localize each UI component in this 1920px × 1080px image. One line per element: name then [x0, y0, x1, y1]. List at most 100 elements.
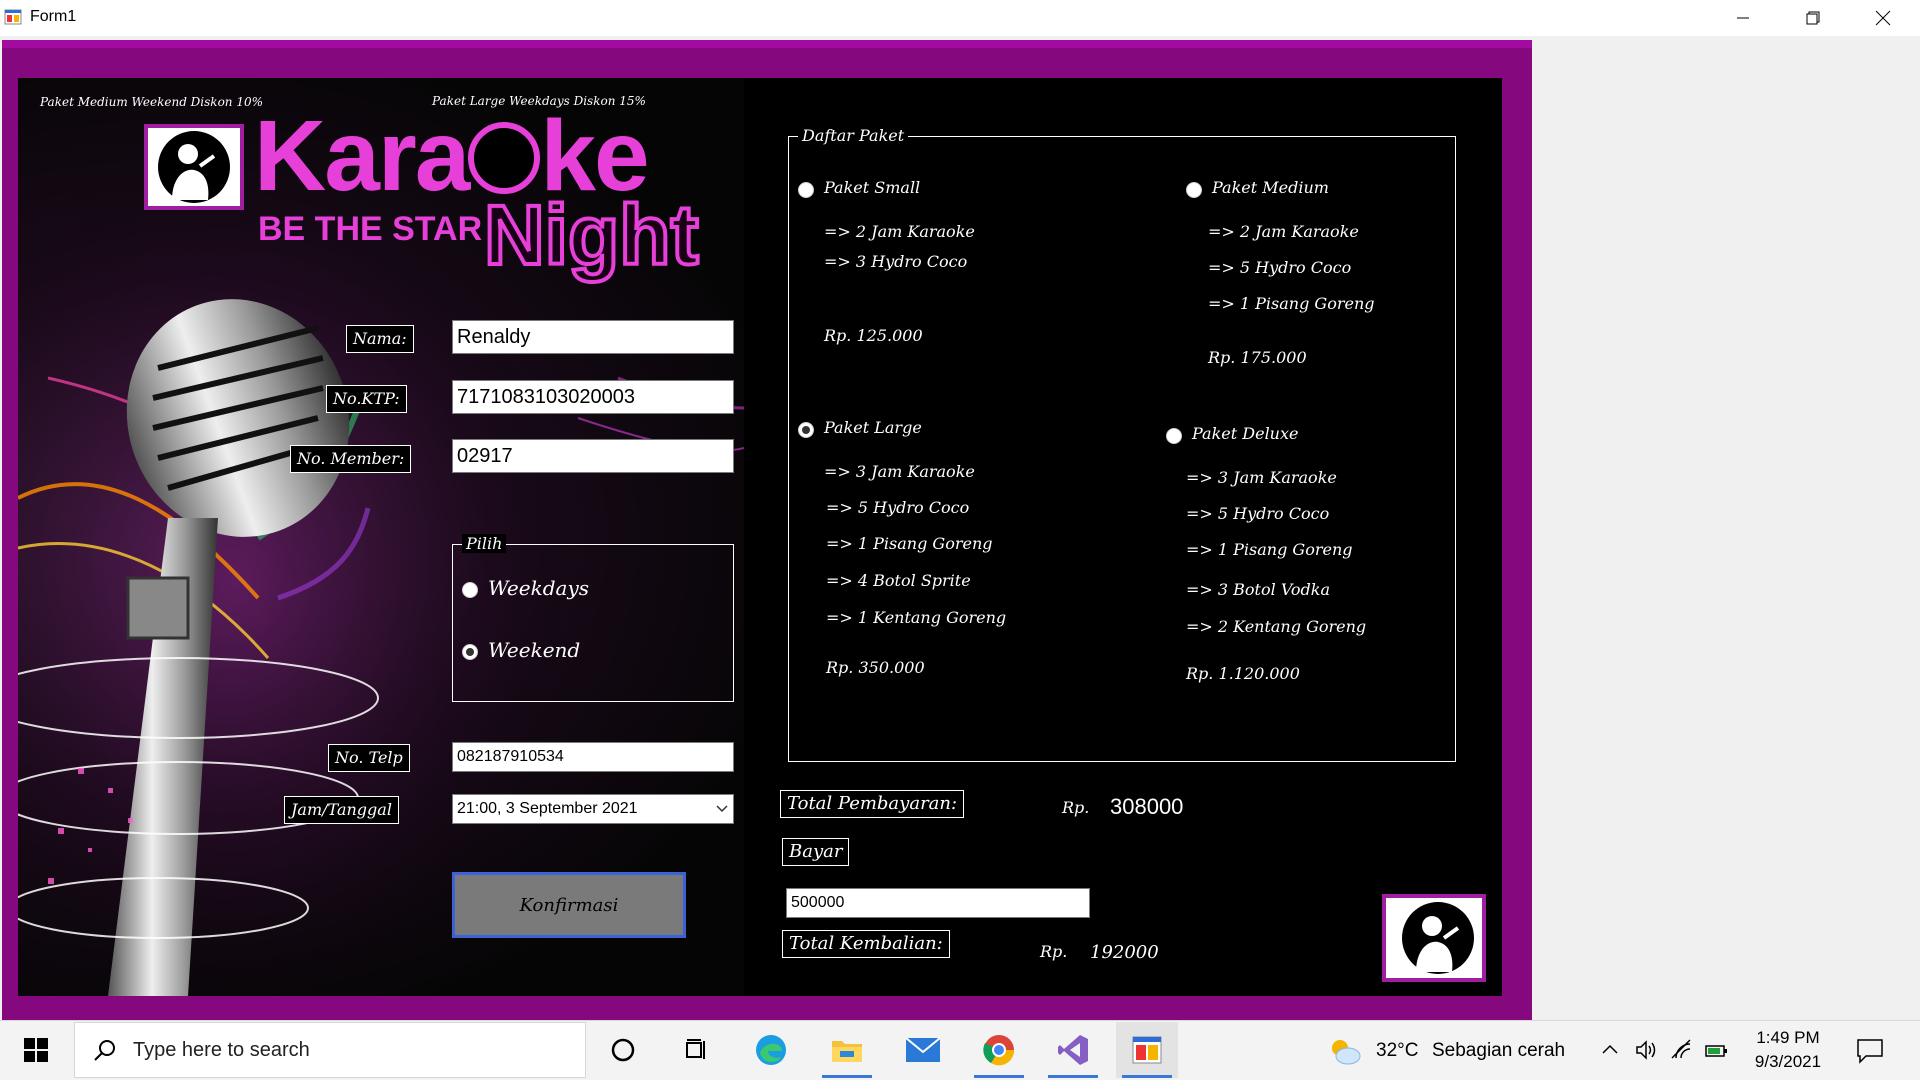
restore-button[interactable]: [1778, 0, 1848, 36]
paket-large-price: Rp. 350.000: [826, 658, 925, 677]
windows-logo-icon: [24, 1038, 48, 1062]
ktp-input[interactable]: 7171083103020003: [452, 380, 734, 414]
taskbar-form1-app[interactable]: [1116, 1022, 1178, 1078]
taskbar-visual-studio[interactable]: [1042, 1022, 1104, 1078]
paket-large-label: Paket Large: [824, 418, 922, 437]
paket-large-item: => 5 Hydro Coco: [826, 498, 970, 517]
pilih-caption: Pilih: [462, 534, 507, 553]
logo-night: Night: [482, 188, 701, 282]
total-pembayaran-value: 308000: [1110, 794, 1184, 819]
chevron-down-icon[interactable]: [715, 804, 729, 814]
paket-large-item: => 1 Pisang Goreng: [826, 534, 993, 553]
weather-icon[interactable]: [1328, 1036, 1362, 1066]
cortana-button[interactable]: [592, 1022, 654, 1078]
weekdays-radio-option[interactable]: Weekdays: [462, 576, 662, 604]
chevron-up-icon: [1602, 1044, 1618, 1054]
paket-small-option[interactable]: Paket Small: [798, 178, 998, 204]
bayar-input[interactable]: 500000: [786, 888, 1090, 918]
wifi-icon: [1671, 1039, 1691, 1059]
clock-date: 9/3/2021: [1754, 1052, 1822, 1071]
folder-icon: [832, 1041, 862, 1062]
window-title: Form1: [30, 8, 77, 25]
task-view-icon: [686, 1039, 705, 1059]
paket-medium-option[interactable]: Paket Medium: [1186, 178, 1386, 204]
speaker-icon: [1636, 1040, 1656, 1060]
paket-large-item: => 1 Kentang Goreng: [826, 608, 1007, 627]
weather-temp[interactable]: 32°C: [1376, 1040, 1418, 1062]
paket-small-item: => 3 Hydro Coco: [824, 252, 968, 271]
kembalian-currency: Rp.: [1040, 942, 1068, 961]
search-placeholder: Type here to search: [133, 1039, 310, 1061]
paket-small-radio[interactable]: [798, 182, 814, 198]
left-panel: Paket Medium Weekend Diskon 10% Paket La…: [18, 78, 744, 996]
taskbar-file-explorer[interactable]: [816, 1022, 878, 1078]
start-button[interactable]: [0, 1022, 72, 1078]
logo-o-glyph: [468, 122, 541, 194]
logo-word-kara: Kara: [254, 100, 470, 212]
paket-medium-label: Paket Medium: [1212, 178, 1329, 197]
nama-input[interactable]: Renaldy: [452, 320, 734, 354]
weekdays-radio[interactable]: [462, 582, 478, 598]
promo-medium-weekend: Paket Medium Weekend Diskon 10%: [40, 95, 264, 109]
mail-icon: [905, 1037, 941, 1062]
paket-large-radio[interactable]: [798, 422, 814, 438]
taskbar-mail[interactable]: [892, 1022, 954, 1078]
konfirmasi-label: Konfirmasi: [519, 894, 619, 916]
show-hidden-icons-button[interactable]: [1600, 1040, 1620, 1060]
jam-datetime-picker[interactable]: 21:00, 3 September 2021: [452, 794, 734, 824]
edge-icon: [756, 1035, 786, 1065]
paket-deluxe-item: => 2 Kentang Goreng: [1186, 617, 1367, 636]
taskbar-chrome[interactable]: [968, 1022, 1030, 1078]
visual-studio-icon: [1058, 1035, 1088, 1065]
weather-desc[interactable]: Sebagian cerah: [1432, 1040, 1565, 1062]
close-button[interactable]: [1848, 0, 1918, 36]
paket-deluxe-item: => 5 Hydro Coco: [1186, 504, 1330, 523]
paket-small-item: => 2 Jam Karaoke: [824, 222, 975, 241]
singer-logo: [144, 124, 244, 210]
form-frame-top: [2, 40, 1532, 48]
paket-large-option[interactable]: Paket Large: [798, 418, 998, 444]
task-view-button[interactable]: [666, 1022, 728, 1078]
running-indicator: [822, 1075, 872, 1078]
taskbar-edge[interactable]: [740, 1022, 802, 1078]
nama-label: Nama:: [346, 325, 414, 353]
clock[interactable]: 1:49 PM 9/3/2021: [1746, 1026, 1830, 1076]
total-kembalian-value: 192000: [1090, 942, 1159, 963]
singer-icon: [158, 131, 230, 203]
right-panel: Daftar Paket Paket Small => 2 Jam Karaok…: [744, 78, 1502, 996]
weekend-label: Weekend: [488, 638, 581, 662]
paket-deluxe-item: => 3 Jam Karaoke: [1186, 468, 1337, 487]
paket-medium-item: => 5 Hydro Coco: [1208, 258, 1352, 277]
paket-deluxe-option[interactable]: Paket Deluxe: [1166, 424, 1366, 450]
title-bar: Form1: [0, 0, 1920, 36]
notifications-button[interactable]: [1854, 1034, 1886, 1066]
bayar-label: Bayar: [782, 838, 850, 866]
empty-window-area: [1532, 36, 1920, 1020]
paket-deluxe-item: => 1 Pisang Goreng: [1186, 540, 1353, 559]
member-input[interactable]: 02917: [452, 439, 734, 473]
paket-medium-radio[interactable]: [1186, 182, 1202, 198]
paket-medium-price: Rp. 175.000: [1208, 348, 1307, 367]
paket-small-price: Rp. 125.000: [824, 326, 923, 345]
running-indicator: [974, 1075, 1024, 1078]
network-button[interactable]: [1670, 1038, 1694, 1062]
volume-button[interactable]: [1634, 1038, 1658, 1062]
jam-value: 21:00, 3 September 2021: [457, 800, 638, 817]
weekend-radio[interactable]: [462, 644, 478, 660]
battery-button[interactable]: [1704, 1040, 1730, 1062]
weekend-radio-option[interactable]: Weekend: [462, 638, 662, 666]
restore-icon: [1806, 11, 1820, 25]
total-pembayaran-label: Total Pembayaran:: [780, 790, 965, 818]
paket-large-item: => 3 Jam Karaoke: [824, 462, 975, 481]
paket-large-item: => 4 Botol Sprite: [826, 571, 971, 590]
paket-deluxe-item: => 3 Botol Vodka: [1186, 580, 1331, 599]
minimize-button[interactable]: [1708, 0, 1778, 36]
konfirmasi-button[interactable]: Konfirmasi: [452, 872, 686, 938]
telp-label: No. Telp: [328, 744, 410, 772]
taskbar-search[interactable]: Type here to search: [74, 1022, 586, 1078]
paket-deluxe-radio[interactable]: [1166, 428, 1182, 444]
weekdays-label: Weekdays: [488, 576, 590, 600]
paket-small-label: Paket Small: [824, 178, 921, 197]
paket-medium-item: => 2 Jam Karaoke: [1208, 222, 1359, 241]
telp-input[interactable]: 082187910534: [452, 742, 734, 772]
